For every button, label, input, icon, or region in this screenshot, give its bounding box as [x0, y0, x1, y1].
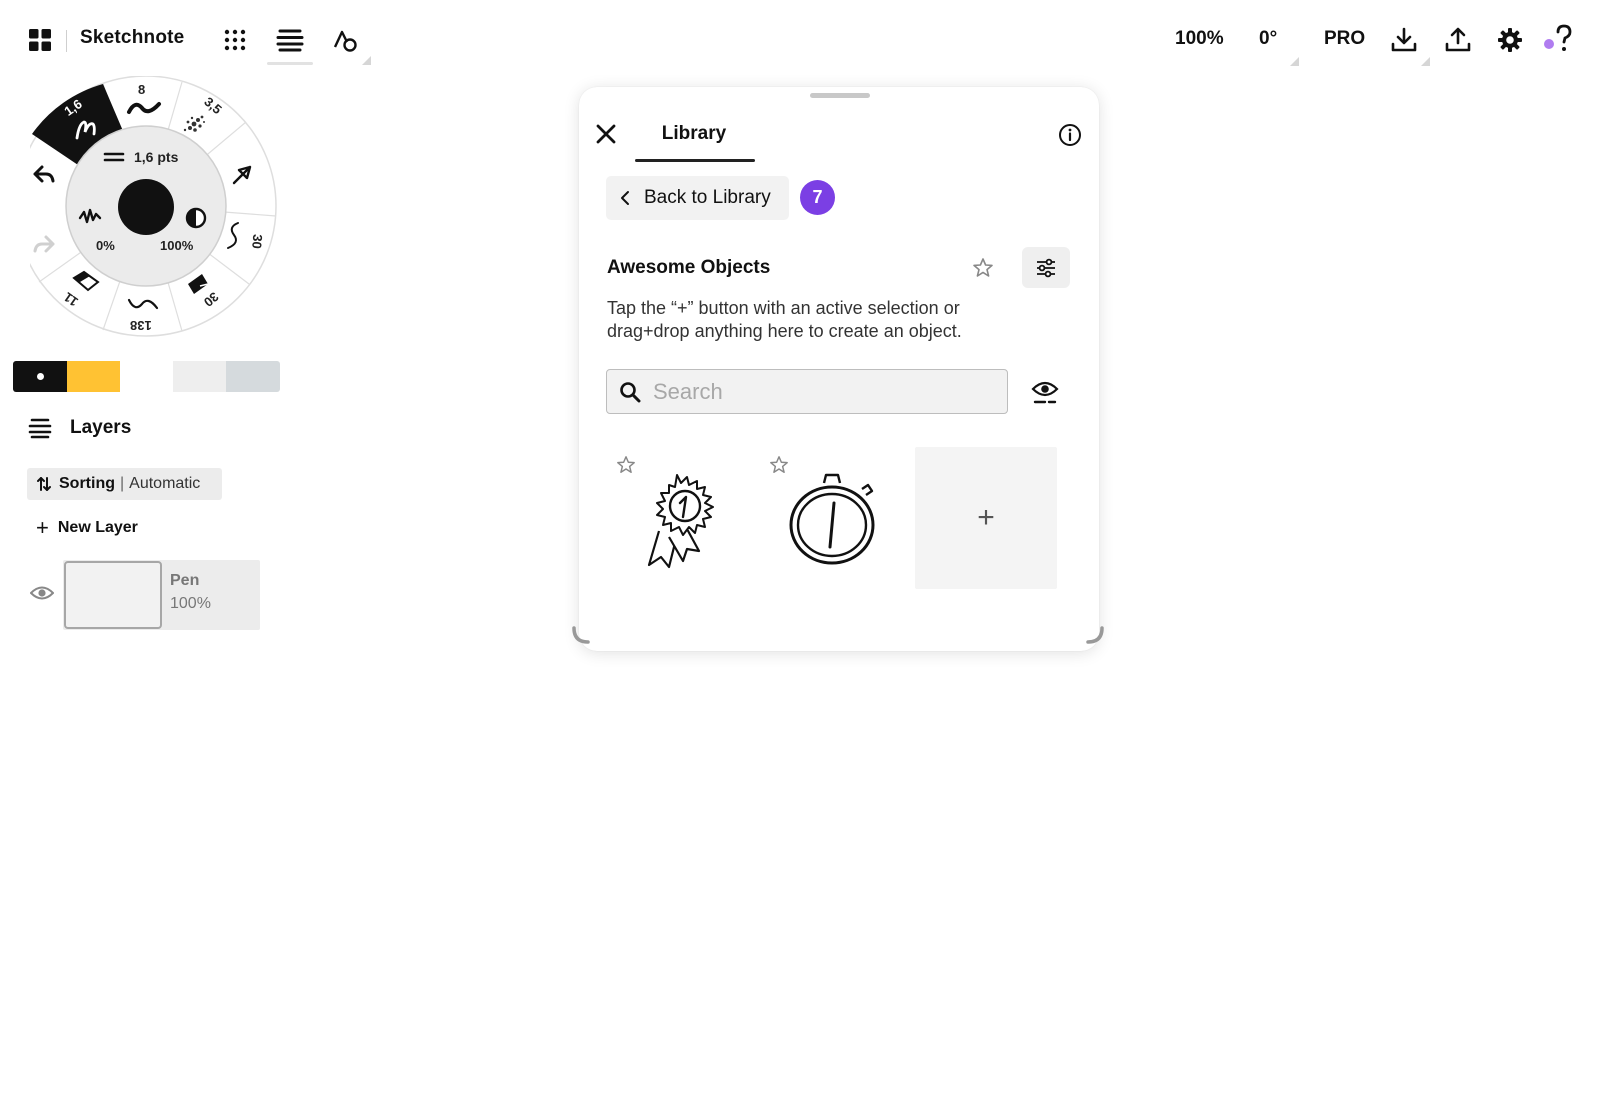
- brush-size-8: 8: [138, 82, 146, 97]
- app-title[interactable]: Sketchnote: [80, 27, 184, 49]
- help-icon[interactable]: [1543, 24, 1575, 54]
- favorite-star-icon[interactable]: [972, 257, 994, 279]
- brush-wheel[interactable]: 1,6 8 3,5 30 30 138 11 1,6 pts 0% 100%: [30, 76, 280, 341]
- layers-icon: [28, 418, 52, 439]
- shapes-corner-indicator: [362, 56, 371, 65]
- library-object-tile[interactable]: [608, 447, 750, 589]
- settings-gear-icon[interactable]: [1496, 26, 1524, 54]
- layer-opacity: 100%: [170, 595, 211, 612]
- shapes-icon[interactable]: [331, 26, 359, 54]
- pointer-arrow-icon[interactable]: [230, 163, 254, 187]
- opacity-min-label: 0%: [96, 238, 115, 253]
- sorting-button[interactable]: Sorting | Automatic: [27, 468, 222, 500]
- swatch-light-gray[interactable]: [173, 361, 226, 392]
- marker-brush-icon[interactable]: [126, 98, 162, 118]
- calligraphy-brush-icon[interactable]: [224, 221, 246, 251]
- new-layer-label: New Layer: [57, 519, 138, 536]
- tab-library[interactable]: Library: [634, 123, 754, 145]
- brush-size-138: 138: [130, 318, 152, 333]
- info-icon[interactable]: [1058, 123, 1082, 147]
- download-corner-indicator: [1421, 57, 1430, 66]
- stroke-width-icon: [103, 152, 125, 162]
- pressure-wave-icon[interactable]: [78, 206, 104, 226]
- swatch-yellow[interactable]: [67, 361, 120, 392]
- search-icon: [620, 381, 641, 402]
- pro-button[interactable]: PRO: [1324, 28, 1365, 50]
- spray-brush-icon[interactable]: [180, 110, 212, 136]
- tab-active-indicator: [635, 159, 755, 162]
- dot-grid-icon[interactable]: [222, 27, 248, 53]
- smooth-brush-icon[interactable]: [126, 294, 160, 314]
- redo-icon[interactable]: [32, 234, 56, 254]
- gallery-grid-icon[interactable]: [27, 27, 53, 53]
- layer-name: Pen: [170, 572, 200, 589]
- new-layer-button[interactable]: + New Layer: [36, 516, 138, 540]
- layer-thumbnail[interactable]: [64, 561, 162, 629]
- download-icon[interactable]: [1390, 26, 1418, 54]
- layers-title: Layers: [70, 417, 132, 438]
- stopwatch-icon: [789, 473, 875, 565]
- layers-stack-icon[interactable]: [275, 26, 305, 54]
- stroke-width-value[interactable]: 1,6 pts: [134, 149, 178, 165]
- panel-drag-handle[interactable]: [810, 93, 870, 98]
- back-to-library-button[interactable]: Back to Library: [606, 176, 789, 220]
- collection-title: Awesome Objects: [607, 257, 771, 278]
- collection-settings-button[interactable]: [1022, 247, 1070, 288]
- award-ribbon-icon: [647, 474, 714, 569]
- sorting-value: Automatic: [129, 475, 201, 492]
- visibility-filter-icon[interactable]: [1030, 377, 1060, 407]
- color-swatches: [13, 361, 280, 392]
- collection-description: Tap the “+” button with an active select…: [607, 298, 962, 341]
- active-tool-underline: [267, 62, 313, 65]
- resize-corner-right-icon[interactable]: [1085, 625, 1105, 645]
- plus-icon: +: [36, 515, 49, 540]
- sort-arrows-icon: [37, 477, 51, 491]
- layer-row[interactable]: Pen 100%: [30, 560, 260, 630]
- swatch-black[interactable]: [13, 361, 67, 392]
- resize-corner-left-icon[interactable]: [571, 625, 591, 645]
- title-separator: [66, 30, 67, 52]
- share-upload-icon[interactable]: [1444, 26, 1472, 54]
- rotation-corner-indicator: [1290, 57, 1299, 66]
- back-to-library-label: Back to Library: [644, 187, 771, 208]
- layer-visibility-eye-icon[interactable]: [30, 584, 54, 602]
- swatch-gray[interactable]: [226, 361, 280, 392]
- search-input[interactable]: [653, 378, 993, 405]
- rotation-value[interactable]: 0°: [1259, 28, 1277, 50]
- library-object-tile[interactable]: [761, 447, 903, 589]
- count-badge: 7: [800, 180, 835, 215]
- chevron-left-icon: [621, 191, 629, 205]
- layers-header[interactable]: Layers: [28, 414, 131, 442]
- opacity-max-label: 100%: [160, 238, 194, 253]
- add-object-button[interactable]: +: [915, 447, 1057, 589]
- library-panel: Library Back to Library 7 Awesome Object…: [572, 87, 1104, 651]
- active-pen-icon[interactable]: [74, 116, 104, 142]
- opacity-contrast-icon[interactable]: [185, 207, 207, 229]
- top-toolbar: Sketchnote 100% 0° PRO: [0, 0, 1600, 80]
- zoom-level[interactable]: 100%: [1175, 28, 1224, 50]
- search-field[interactable]: [606, 369, 1008, 414]
- close-icon[interactable]: [595, 123, 617, 145]
- undo-icon[interactable]: [32, 164, 56, 184]
- selected-swatch-dot: [37, 373, 44, 380]
- sliders-icon: [1037, 258, 1055, 277]
- sorting-label: Sorting: [59, 475, 115, 492]
- sorting-separator: |: [120, 475, 125, 492]
- brush-size-30-right: 30: [249, 233, 266, 250]
